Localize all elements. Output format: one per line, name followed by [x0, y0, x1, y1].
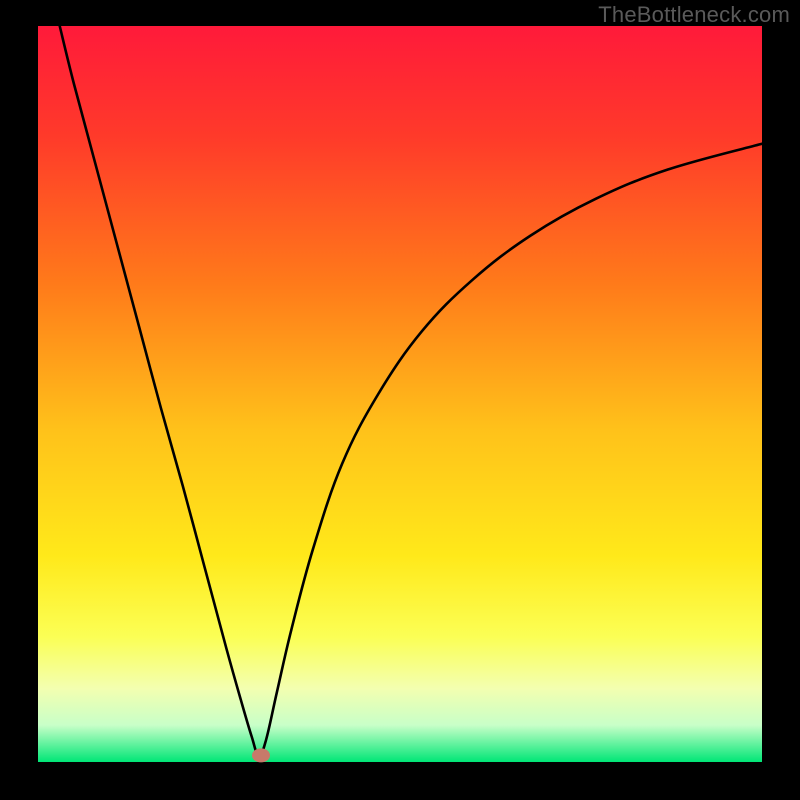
chart-frame: TheBottleneck.com	[0, 0, 800, 800]
chart-canvas	[0, 0, 800, 800]
curve-marker	[252, 748, 270, 762]
watermark-label: TheBottleneck.com	[598, 2, 790, 28]
plot-background	[38, 26, 762, 762]
